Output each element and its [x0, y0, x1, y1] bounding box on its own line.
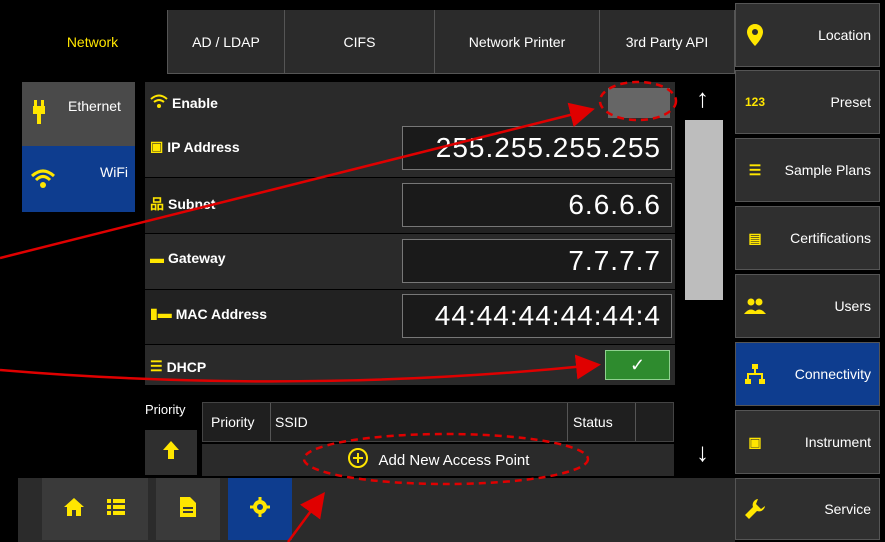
annotation-arrow-bottom	[286, 491, 325, 542]
annotation-arrow-enable	[0, 102, 595, 260]
annotation-ellipse-add	[302, 432, 590, 486]
annotation-overlay	[0, 80, 678, 542]
annotation-ellipse-enable	[598, 80, 678, 122]
annotation-arrow-dhcp	[0, 354, 601, 383]
